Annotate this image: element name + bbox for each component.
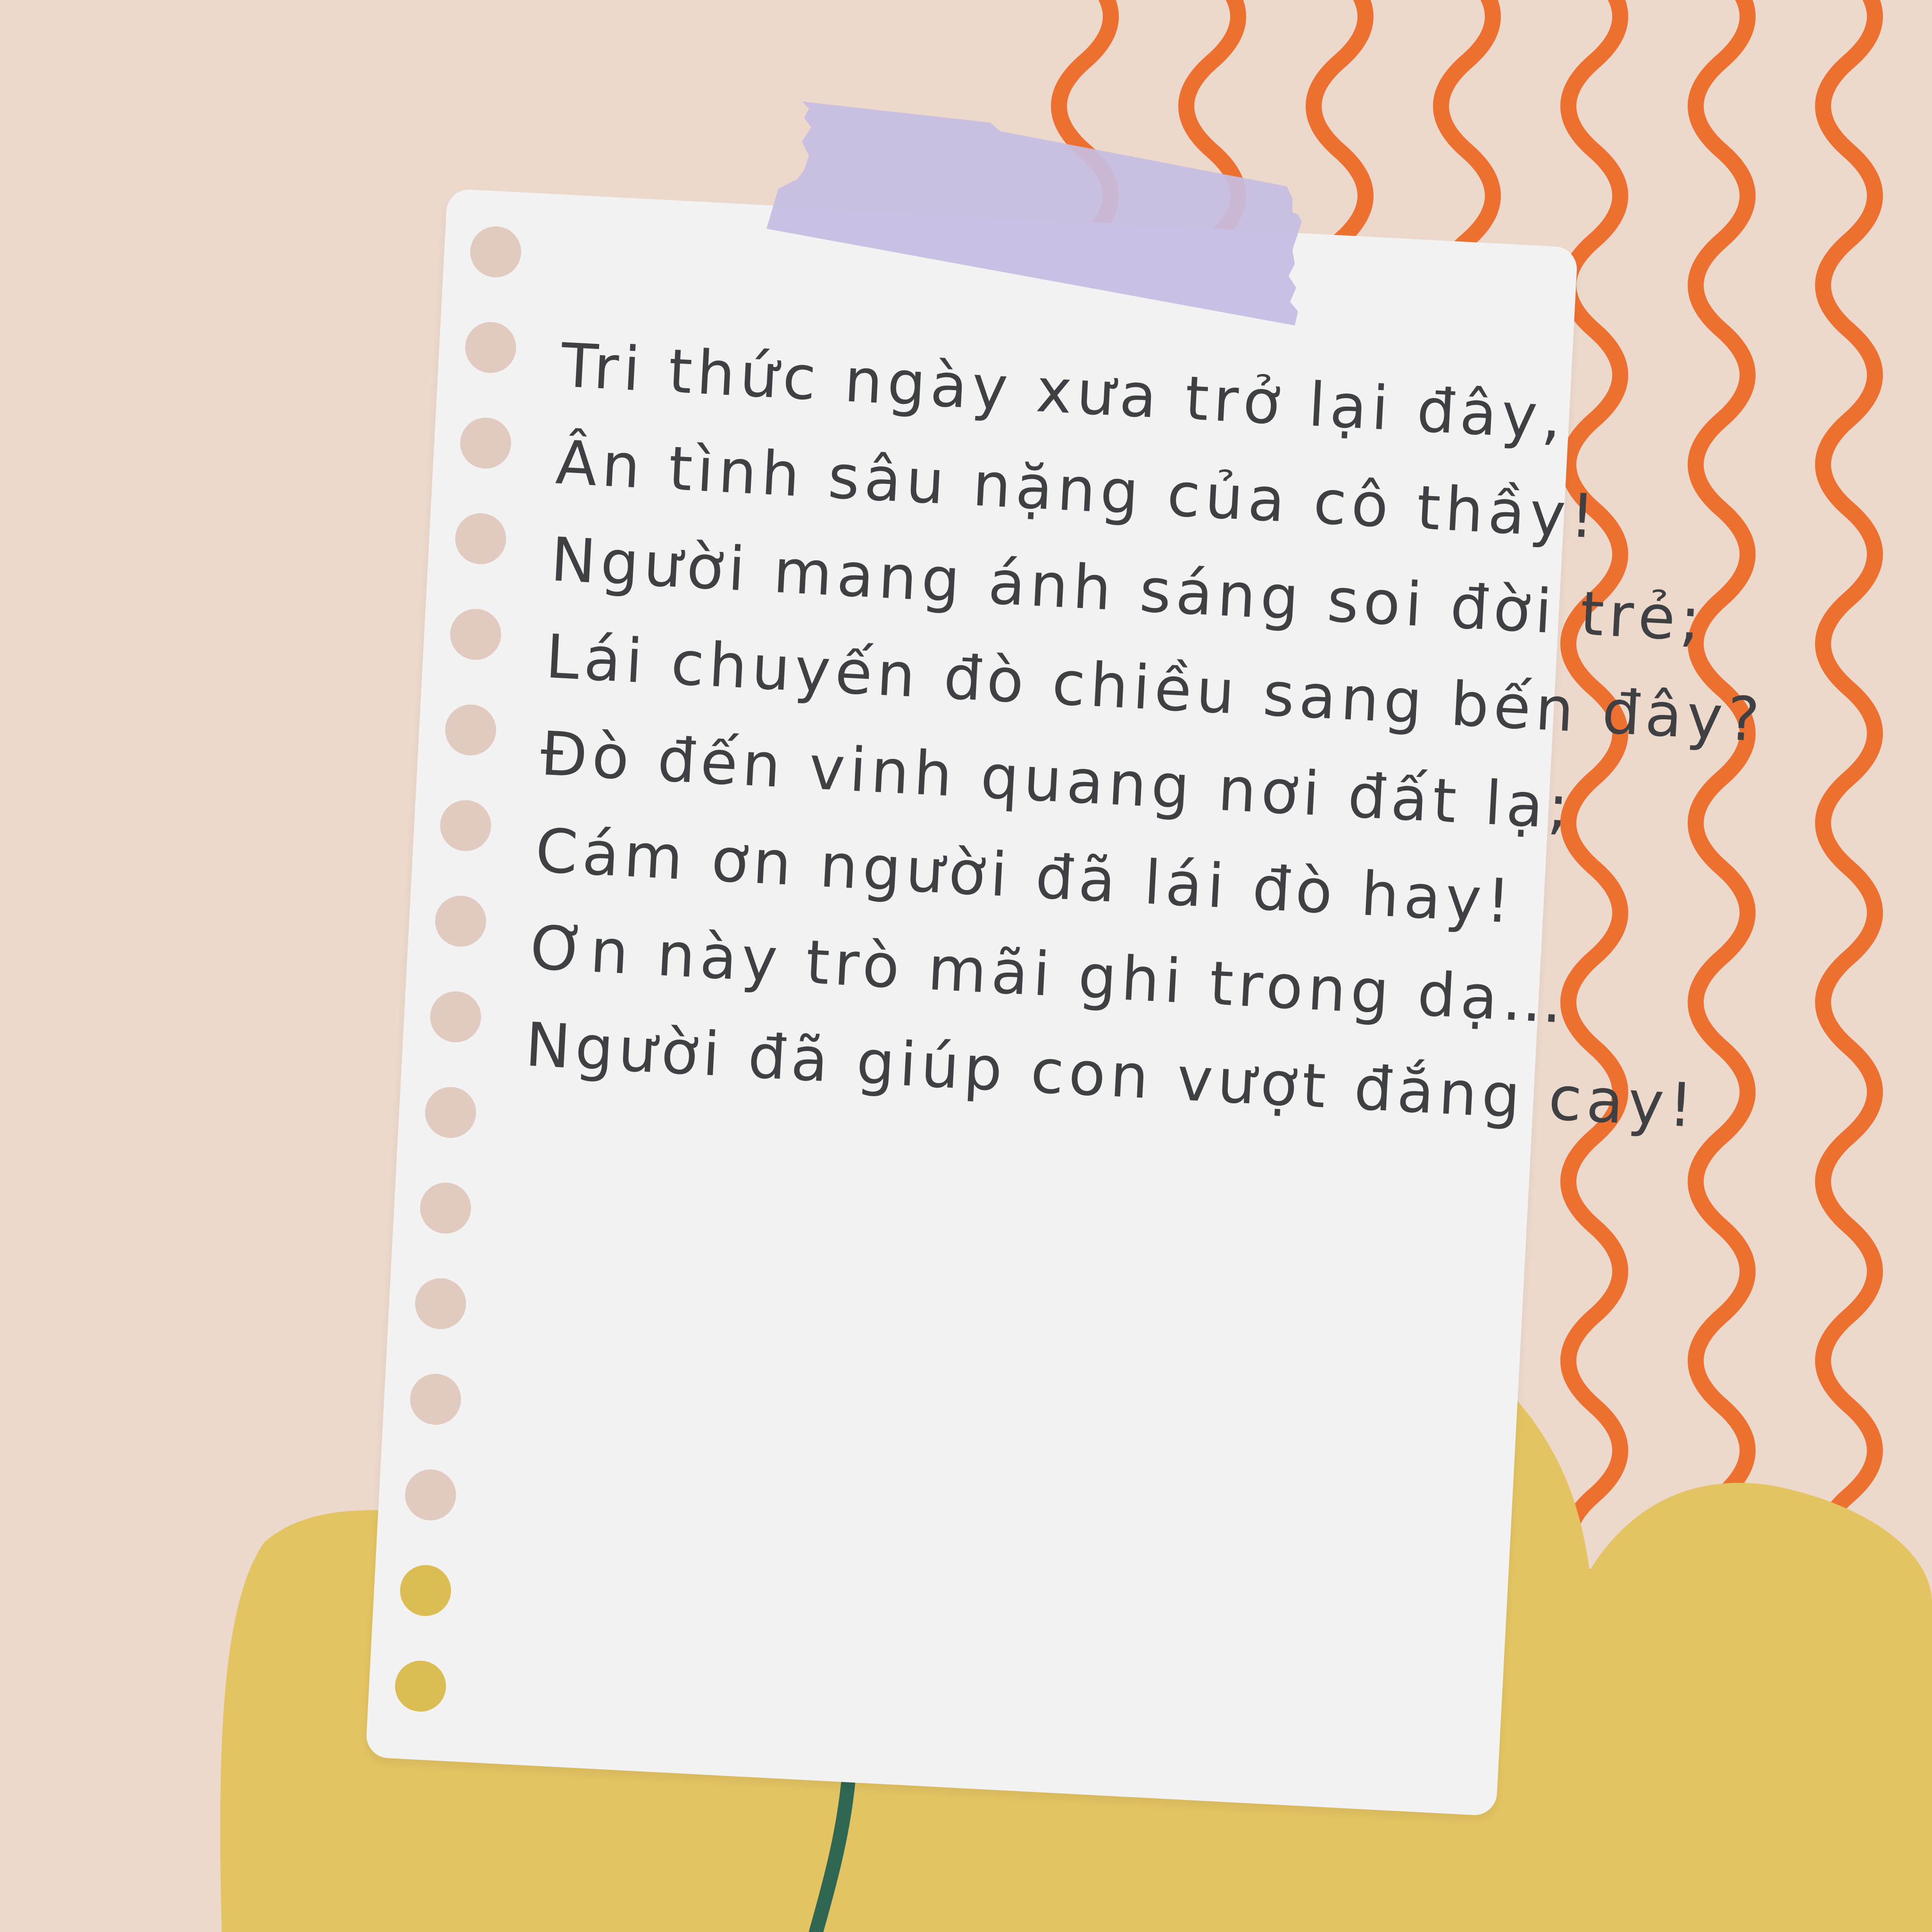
binder-hole <box>469 225 523 279</box>
binder-hole <box>444 703 498 757</box>
binder-hole <box>449 608 503 661</box>
wavy-stripe <box>1688 0 1756 1682</box>
binder-hole <box>424 1085 478 1140</box>
wavy-stripe <box>1560 0 1628 1682</box>
binder-hole <box>404 1468 458 1522</box>
binder-hole <box>458 416 513 470</box>
binder-hole <box>408 1372 463 1426</box>
binder-hole <box>464 320 518 375</box>
binder-hole <box>393 1659 448 1713</box>
binder-hole <box>454 512 508 566</box>
binder-hole <box>414 1277 467 1331</box>
wavy-stripe <box>1815 0 1883 1682</box>
binder-hole <box>399 1564 452 1617</box>
binder-hole <box>433 894 488 948</box>
binder-hole <box>418 1181 473 1235</box>
paper-note: Tri thức ngày xưa trở lại đây, Ân tình s… <box>365 188 1766 1816</box>
binder-hole <box>429 990 483 1044</box>
binder-hole <box>439 799 492 853</box>
poem: Tri thức ngày xưa trở lại đây, Ân tình s… <box>523 317 1766 1142</box>
